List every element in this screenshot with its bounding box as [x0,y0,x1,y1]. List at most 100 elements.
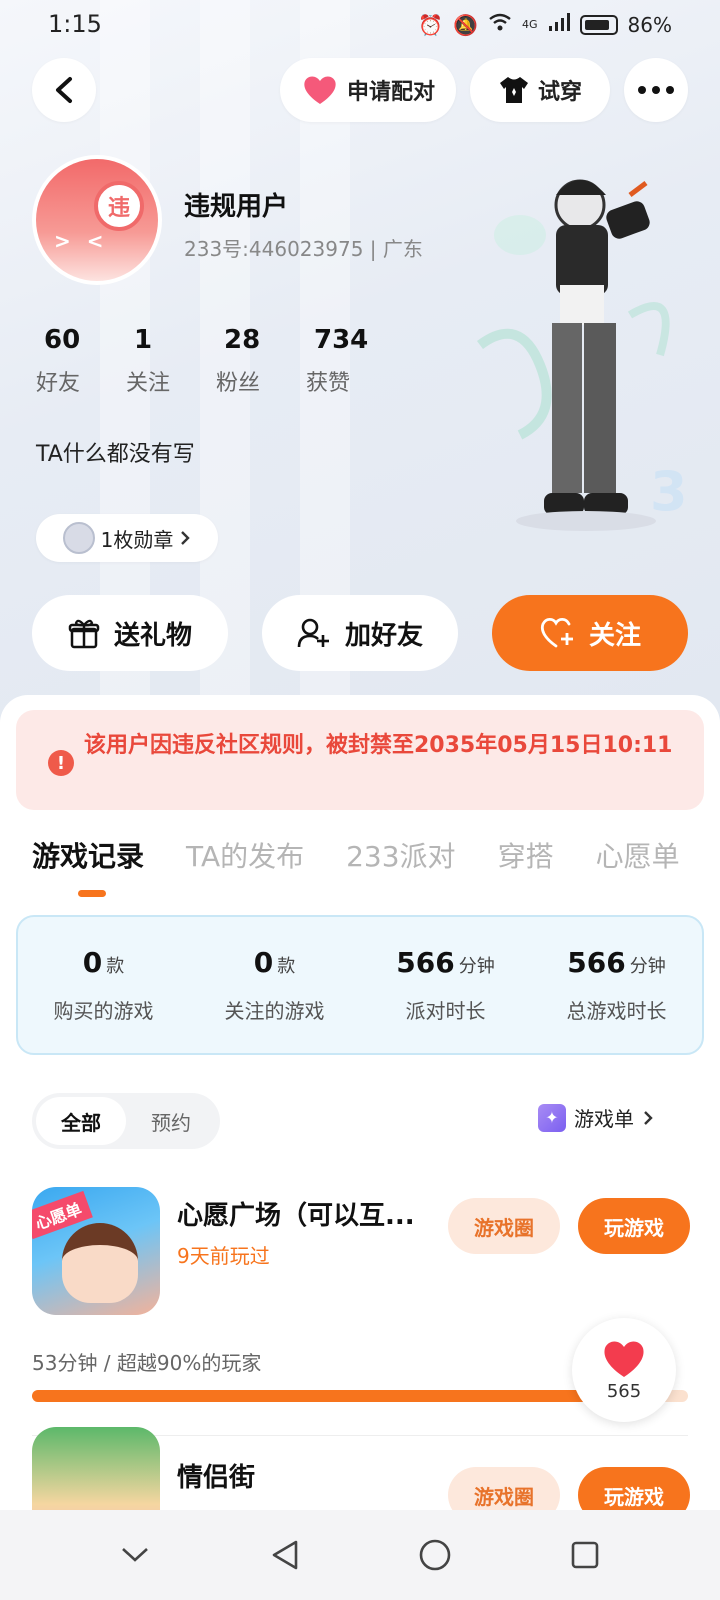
chevron-down-icon [122,1548,148,1562]
summary-unit: 分钟 [629,956,666,977]
stat-likes[interactable]: 734 获赞 [306,325,396,397]
tab-game-records[interactable]: 游戏记录 [32,835,144,875]
svg-text:3: 3 [650,460,688,523]
game-character-art [62,1223,138,1303]
summary-unit: 分钟 [458,956,495,977]
avatar-image: 违 >< [36,159,158,281]
game-playtime: 53分钟 / 超越90%的玩家 [32,1351,262,1375]
chevron-right-icon [644,1110,653,1125]
user-bio: TA什么都没有写 [36,442,195,467]
back-nav-button[interactable] [255,1525,315,1585]
system-navigation-bar [0,1510,720,1600]
back-button[interactable] [32,58,96,122]
stat-value: 28 [224,325,261,355]
circle-home-icon [419,1539,451,1571]
summary-label: 总游戏时长 [566,999,667,1023]
game-circle-button[interactable]: 游戏圈 [448,1198,560,1254]
tab-233-party[interactable]: 233派对 [346,835,455,875]
more-options-button[interactable] [624,58,688,122]
add-friend-label: 加好友 [344,620,423,651]
summary-label: 派对时长 [405,999,486,1023]
apply-pair-button[interactable]: 申请配对 [280,58,456,122]
send-gift-label: 送礼物 [113,620,192,651]
filter-all[interactable]: 全部 [36,1097,126,1145]
mute-icon: 🔕 [453,12,479,37]
alarm-icon: ⏰ [418,12,444,37]
signal-icon [548,12,570,37]
like-button[interactable]: 565 [572,1318,676,1422]
sparkle-icon: ✦ [538,1103,566,1132]
heart-plus-icon [540,617,573,648]
hide-keyboard-button[interactable] [105,1525,165,1585]
status-bar: 1:15 ⏰ 🔕 4G 86% [0,0,720,48]
game-title[interactable]: 心愿广场（可以互... [177,1195,415,1232]
game-list-label: 游戏单 [574,1107,634,1131]
chevron-left-icon [56,77,72,103]
summary-value: 566 [567,946,626,979]
game-title[interactable]: 情侣街 [177,1457,255,1494]
active-tab-indicator [78,890,106,897]
playtime-progress-fill [32,1390,623,1402]
user-id-location: 233号:446023975 | 广东 [184,237,423,261]
gift-icon [68,619,100,649]
chevron-right-icon [181,531,191,545]
stat-label: 好友 [36,371,81,396]
game-icon[interactable]: 心愿单 [32,1187,160,1315]
follow-button[interactable]: 关注 [492,595,688,671]
summary-value: 0 [82,946,103,979]
game-list-link[interactable]: ✦ 游戏单 [538,1103,654,1132]
medal-icon [62,522,95,554]
tab-outfits[interactable]: 穿搭 [498,835,554,875]
violation-badge: 违 [94,181,144,231]
stat-friends[interactable]: 60 好友 [36,325,126,397]
username: 违规用户 [184,192,289,222]
profile-content-card: ! 该用户因违反社区规则，被封禁至2035年05月15日10:11 游戏记录 T… [0,695,720,1600]
stat-label: 关注 [126,371,171,396]
try-on-label: 试穿 [537,80,582,105]
ban-notice-text: 该用户因违反社区规则，被封禁至2035年05月15日10:11 [84,733,673,758]
game-filter-toggle: 全部 预约 [32,1093,220,1149]
square-recents-icon [571,1541,599,1569]
more-dots-icon [638,86,674,94]
stat-value: 60 [44,325,81,355]
user-avatar[interactable]: 违 >< [32,155,162,285]
summary-label: 购买的游戏 [53,999,154,1023]
summary-value: 0 [253,946,274,979]
summary-party-time[interactable]: 566 分钟 派对时长 [360,946,531,1024]
home-nav-button[interactable] [405,1525,465,1585]
stat-value: 1 [134,325,153,355]
try-on-button[interactable]: 试穿 [470,58,610,122]
summary-purchased[interactable]: 0款 购买的游戏 [18,946,189,1024]
stat-fans[interactable]: 28 粉丝 [216,325,306,397]
stat-label: 获赞 [306,371,351,396]
battery-percent: 86% [627,12,672,37]
summary-value: 566 [396,946,455,979]
status-time: 1:15 [48,10,102,38]
filter-reserve[interactable]: 预约 [126,1097,216,1145]
profile-tabs: 游戏记录 TA的发布 233派对 穿搭 心愿单 [32,835,680,875]
medal-button[interactable]: 1枚勋章 [36,514,218,562]
ban-notice: ! 该用户因违反社区规则，被封禁至2035年05月15日10:11 [16,710,704,810]
play-game-button[interactable]: 玩游戏 [578,1198,690,1254]
summary-unit: 款 [277,956,296,977]
tab-posts[interactable]: TA的发布 [186,835,304,875]
heart-icon [304,76,336,104]
send-gift-button[interactable]: 送礼物 [32,595,228,671]
game-summary: 0款 购买的游戏 0款 关注的游戏 566 分钟 派对时长 566 分钟 总游戏时长 [16,915,704,1055]
warning-icon: ! [48,750,74,776]
tab-wishlist[interactable]: 心愿单 [596,835,680,875]
triangle-back-icon [272,1540,298,1570]
recents-nav-button[interactable] [555,1525,615,1585]
network-type: 4G [522,18,538,31]
summary-followed[interactable]: 0款 关注的游戏 [189,946,360,1024]
stat-label: 粉丝 [216,371,261,396]
profile-stats: 60 好友 1 关注 28 粉丝 734 获赞 [36,325,396,397]
summary-label: 关注的游戏 [224,999,325,1023]
avatar-character-figure: 3 [477,179,688,531]
summary-total-time[interactable]: 566 分钟 总游戏时长 [531,946,702,1024]
stat-following[interactable]: 1 关注 [126,325,216,397]
like-count: 565 [606,1380,642,1402]
stat-value: 734 [314,325,369,355]
add-friend-button[interactable]: 加好友 [262,595,458,671]
summary-unit: 款 [106,956,125,977]
